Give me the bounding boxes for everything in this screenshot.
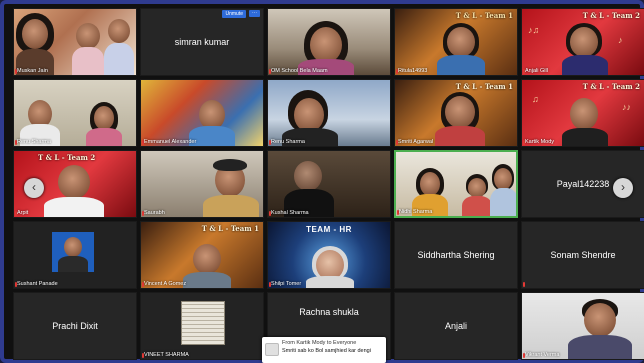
- chat-sender-avatar: [265, 343, 279, 356]
- participant-name: Prachi Dixit: [52, 321, 98, 331]
- participant-tile[interactable]: Unmute ··· simran kumar: [140, 8, 264, 76]
- meeting-window: Muskan Jain Unmute ··· simran kumar OM S…: [0, 0, 644, 363]
- participant-name: Renu Sharma: [271, 139, 305, 145]
- video-grid: Muskan Jain Unmute ··· simran kumar OM S…: [13, 8, 644, 360]
- music-note-icon: ♫: [532, 94, 539, 104]
- participant-name: Saurabh: [144, 210, 165, 216]
- participant-name: Emmanuel Alexander: [144, 139, 197, 145]
- participant-tile[interactable]: T & L - Team 2 ♪♫ ♪ Anjali Gill: [521, 8, 644, 76]
- team-overlay-label: T & L - Team 2: [582, 82, 640, 91]
- participant-tile[interactable]: Siddhartha Shering: [394, 221, 518, 289]
- participant-name: Ritula14993: [398, 68, 428, 74]
- music-note-icon: ♪♪: [622, 102, 631, 112]
- team-overlay-label: TEAM - HR: [306, 225, 352, 234]
- profile-picture: [52, 232, 94, 272]
- participant-name: Arpit: [17, 210, 29, 216]
- participant-name: Vikrant Verma: [525, 352, 560, 358]
- participant-tile[interactable]: Prachi Dixit: [13, 292, 137, 360]
- participant-name: Siddhartha Shering: [417, 250, 495, 260]
- profile-picture: [181, 301, 225, 345]
- music-note-icon: ♪: [618, 35, 623, 45]
- participant-name: Kartik Mody: [525, 139, 555, 145]
- participant-tile[interactable]: Anjali: [394, 292, 518, 360]
- participant-tile[interactable]: T & L - Team 1 Ritula14993: [394, 8, 518, 76]
- team-overlay-label: T & L - Team 1: [201, 224, 259, 233]
- participant-name: Smriti Agarwal: [398, 139, 434, 145]
- previous-page-arrow-icon[interactable]: ‹: [24, 178, 44, 198]
- participant-tile[interactable]: T & L - Team 2 ♫ ♪♪ Kartik Mody: [521, 79, 644, 147]
- participant-name: Shilpi Tomer: [271, 281, 302, 287]
- participant-name: Renu Sharma: [17, 139, 51, 145]
- team-overlay-label: T & L - Team 1: [455, 11, 513, 20]
- participant-name: Kushal Sharma: [271, 210, 309, 216]
- participant-tile[interactable]: Kushal Sharma: [267, 150, 391, 218]
- participant-name: Vincent A Gomez: [144, 281, 187, 287]
- next-page-arrow-icon[interactable]: ›: [613, 178, 633, 198]
- team-overlay-label: T & L - Team 1: [455, 82, 513, 91]
- participant-tile[interactable]: Sushant Panade: [13, 221, 137, 289]
- participant-tile[interactable]: OM School Bela Maam: [267, 8, 391, 76]
- participant-tile[interactable]: Renu Sharma: [267, 79, 391, 147]
- participant-name: Anjali Gill: [525, 68, 548, 74]
- participant-tile-active-speaker[interactable]: Nidhi Sharma: [394, 150, 518, 218]
- music-note-icon: ♪♫: [528, 25, 540, 35]
- unmute-button[interactable]: Unmute: [222, 10, 246, 18]
- team-overlay-label: T & L - Team 2: [582, 11, 640, 20]
- chat-from: From Kartik Mody to Everyone: [282, 340, 357, 346]
- participant-tile[interactable]: T & L - Team 1 Vincent A Gomez: [140, 221, 264, 289]
- participant-name: Nidhi Sharma: [399, 209, 433, 215]
- participant-name: Anjali: [444, 321, 467, 331]
- muted-mic-icon: [523, 282, 525, 287]
- participant-tile[interactable]: Muskan Jain: [13, 8, 137, 76]
- participant-name: Sonam Shendre: [550, 250, 616, 260]
- more-options-button[interactable]: ···: [249, 10, 260, 17]
- participant-tile[interactable]: Vikrant Verma: [521, 292, 644, 360]
- chat-message: Smriti sab ko Bol samjhied kar dengi: [282, 348, 371, 354]
- participant-tile[interactable]: T & L - Team 1 Smriti Agarwal: [394, 79, 518, 147]
- participant-name: Muskan Jain: [17, 68, 48, 74]
- participant-name: OM School Bela Maam: [271, 68, 328, 74]
- participant-tile[interactable]: Emmanuel Alexander: [140, 79, 264, 147]
- participant-tile[interactable]: Saurabh: [140, 150, 264, 218]
- team-overlay-label: T & L - Team 2: [38, 153, 96, 162]
- participant-tile[interactable]: Sonam Shendre: [521, 221, 644, 289]
- participant-name: VINEET SHARMA: [144, 352, 189, 358]
- participant-name: Sushant Panade: [17, 281, 58, 287]
- participant-tile[interactable]: Renu Sharma: [13, 79, 137, 147]
- participant-name: Rachna shukla: [299, 307, 359, 317]
- participant-tile[interactable]: TEAM - HR Shilpi Tomer: [267, 221, 391, 289]
- participant-tile[interactable]: VINEET SHARMA: [140, 292, 264, 360]
- participant-name: simran kumar: [174, 37, 230, 47]
- chat-notification[interactable]: From Kartik Mody to Everyone Smriti sab …: [262, 337, 386, 363]
